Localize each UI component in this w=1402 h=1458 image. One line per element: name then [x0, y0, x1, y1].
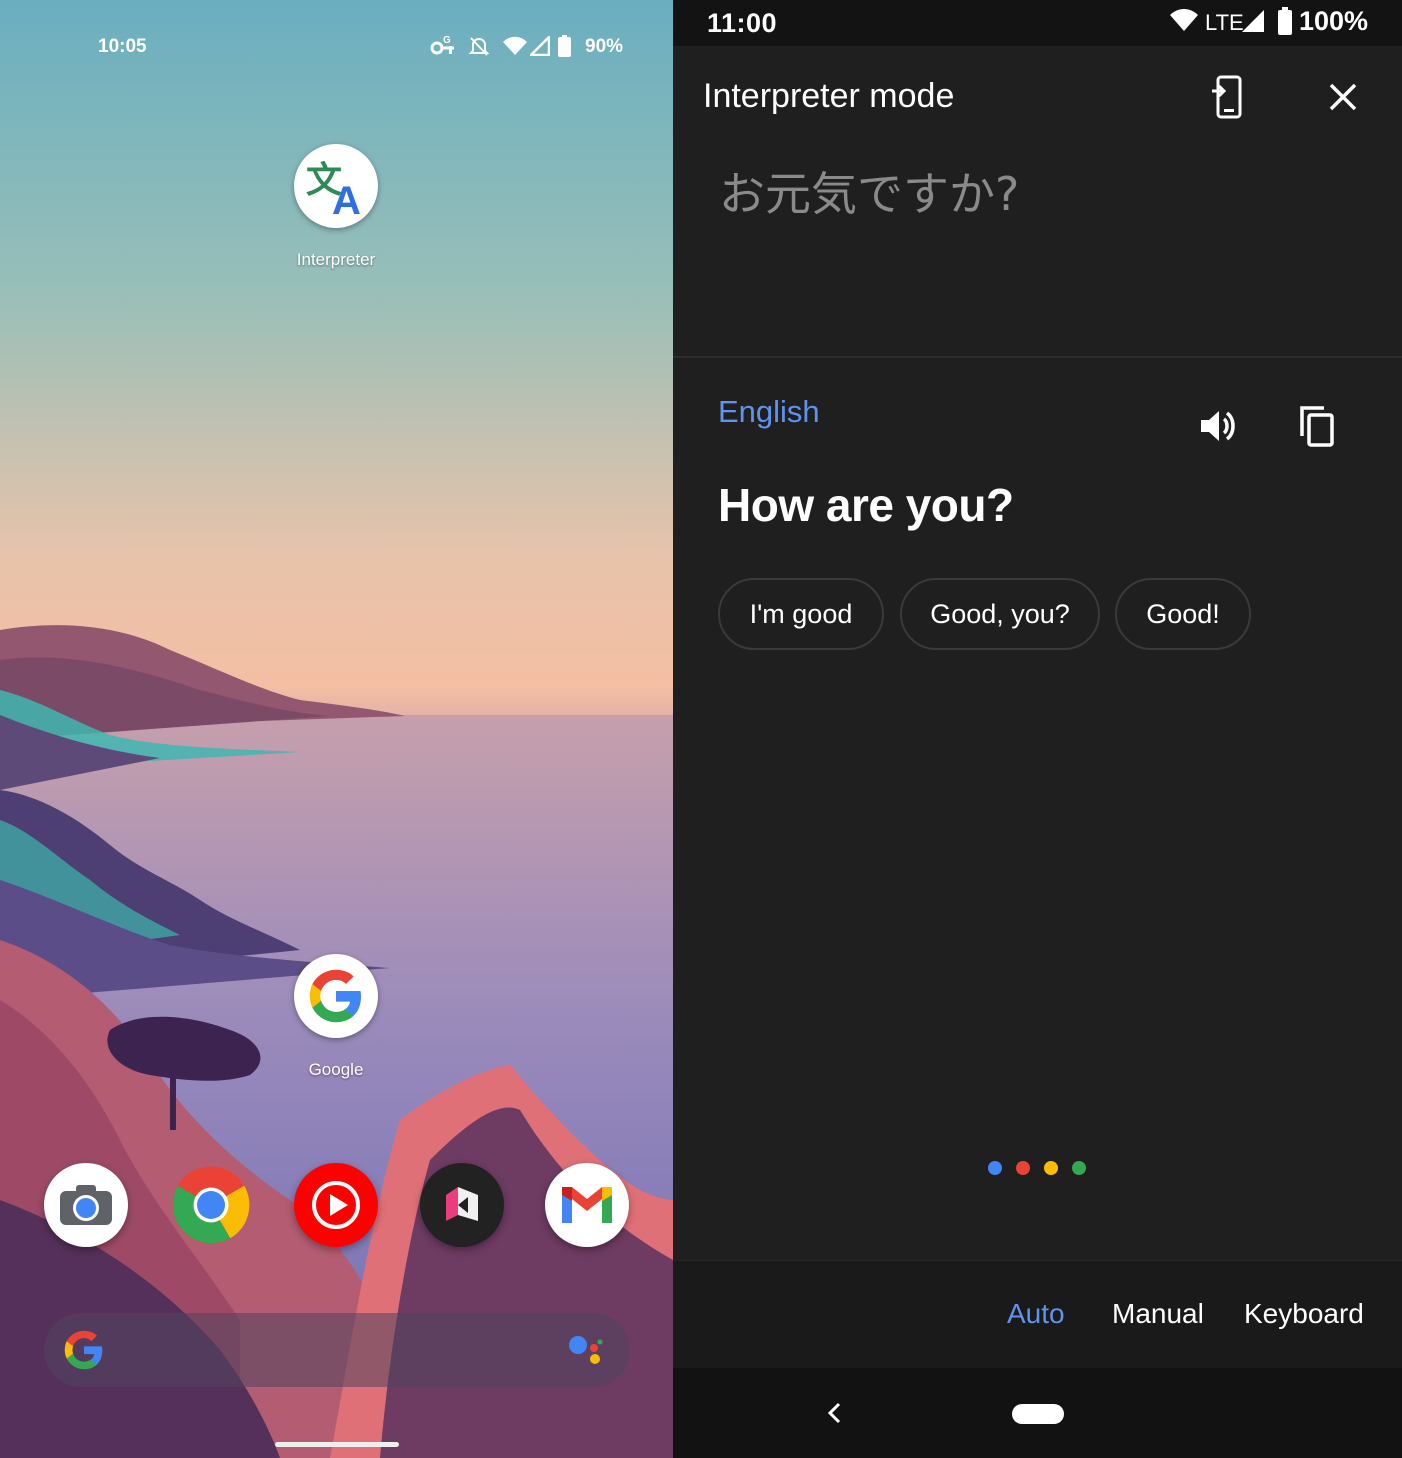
- network-type: LTE: [1205, 10, 1244, 35]
- gmail-app-icon[interactable]: [545, 1163, 629, 1247]
- translated-text: How are you?: [718, 479, 1014, 531]
- interpreter-app-icon[interactable]: 文 A: [294, 144, 378, 228]
- svg-text:A: A: [332, 179, 361, 216]
- mode-manual-tab[interactable]: Manual: [1112, 1298, 1204, 1330]
- pixel-tips-app-icon[interactable]: [420, 1163, 504, 1247]
- close-icon: [1329, 83, 1357, 111]
- google-search-bar[interactable]: [44, 1313, 630, 1387]
- suggestion-chip[interactable]: Good!: [1115, 578, 1251, 650]
- translate-icon: 文 A: [306, 160, 361, 216]
- listening-dot: [1072, 1161, 1086, 1175]
- assistant-icon[interactable]: [566, 1331, 606, 1376]
- youtube-music-icon: [312, 1181, 360, 1229]
- interpreter-screen: 11:00 LTE 100% Interpreter mode お元気ですか? …: [673, 0, 1402, 1458]
- suggestion-chip[interactable]: I'm good: [718, 578, 884, 650]
- svg-text:G: G: [443, 35, 451, 46]
- vpn-key-icon: G: [430, 34, 456, 63]
- flip-screen-button[interactable]: [1201, 72, 1251, 122]
- divider: [673, 356, 1402, 358]
- google-app-icon[interactable]: [294, 954, 378, 1038]
- home-pill[interactable]: [1012, 1404, 1064, 1424]
- listening-dot: [1044, 1161, 1058, 1175]
- source-text: お元気ですか?: [719, 167, 1020, 221]
- chevron-left-icon: [827, 1402, 841, 1424]
- navigation-bar: [673, 1368, 1402, 1458]
- wifi-icon: [502, 36, 528, 61]
- signal-icon: [1241, 9, 1265, 38]
- battery-icon: [1278, 7, 1292, 40]
- back-button[interactable]: [819, 1398, 849, 1428]
- interpreter-app-label[interactable]: Interpreter: [266, 250, 406, 270]
- status-battery-percent: 90%: [585, 36, 624, 57]
- camera-icon: [60, 1185, 112, 1225]
- listening-dot: [1016, 1161, 1030, 1175]
- close-button[interactable]: [1318, 72, 1368, 122]
- page-title: Interpreter mode: [703, 77, 955, 115]
- battery-icon: [558, 35, 571, 62]
- copy-icon: [1300, 406, 1334, 447]
- camera-app-icon[interactable]: [44, 1163, 128, 1247]
- google-g-icon: [309, 969, 361, 1023]
- target-language-label[interactable]: English: [718, 394, 820, 430]
- home-screen: 10:05 G 90% 文 A Interpreter Google: [0, 0, 673, 1458]
- gesture-home-bar[interactable]: [275, 1442, 399, 1447]
- suggestion-chip[interactable]: Good, you?: [900, 578, 1100, 650]
- volume-icon: [1201, 411, 1235, 441]
- status-icons: G: [430, 33, 571, 63]
- battery-percent: 100%: [1299, 6, 1369, 36]
- copy-button[interactable]: [1291, 400, 1343, 452]
- listening-dot: [988, 1161, 1002, 1175]
- status-time: 10:05: [98, 36, 147, 57]
- status-time: 11:00: [707, 8, 778, 38]
- speak-button[interactable]: [1193, 400, 1245, 452]
- mode-auto-tab[interactable]: Auto: [1007, 1298, 1065, 1330]
- gmail-icon: [562, 1187, 612, 1223]
- google-app-label[interactable]: Google: [266, 1060, 406, 1080]
- wifi-icon: [1169, 8, 1199, 37]
- youtube-music-app-icon[interactable]: [294, 1163, 378, 1247]
- chrome-icon: [172, 1166, 250, 1244]
- status-bar: 11:00 LTE 100%: [673, 0, 1402, 46]
- mode-keyboard-tab[interactable]: Keyboard: [1244, 1298, 1364, 1330]
- notifications-off-icon: [468, 35, 490, 62]
- signal-icon: [527, 33, 551, 61]
- pixel-tips-icon: [446, 1187, 478, 1221]
- google-g-icon[interactable]: [62, 1328, 106, 1377]
- chrome-app-icon[interactable]: [169, 1163, 253, 1247]
- screen-rotate-icon: [1212, 75, 1242, 119]
